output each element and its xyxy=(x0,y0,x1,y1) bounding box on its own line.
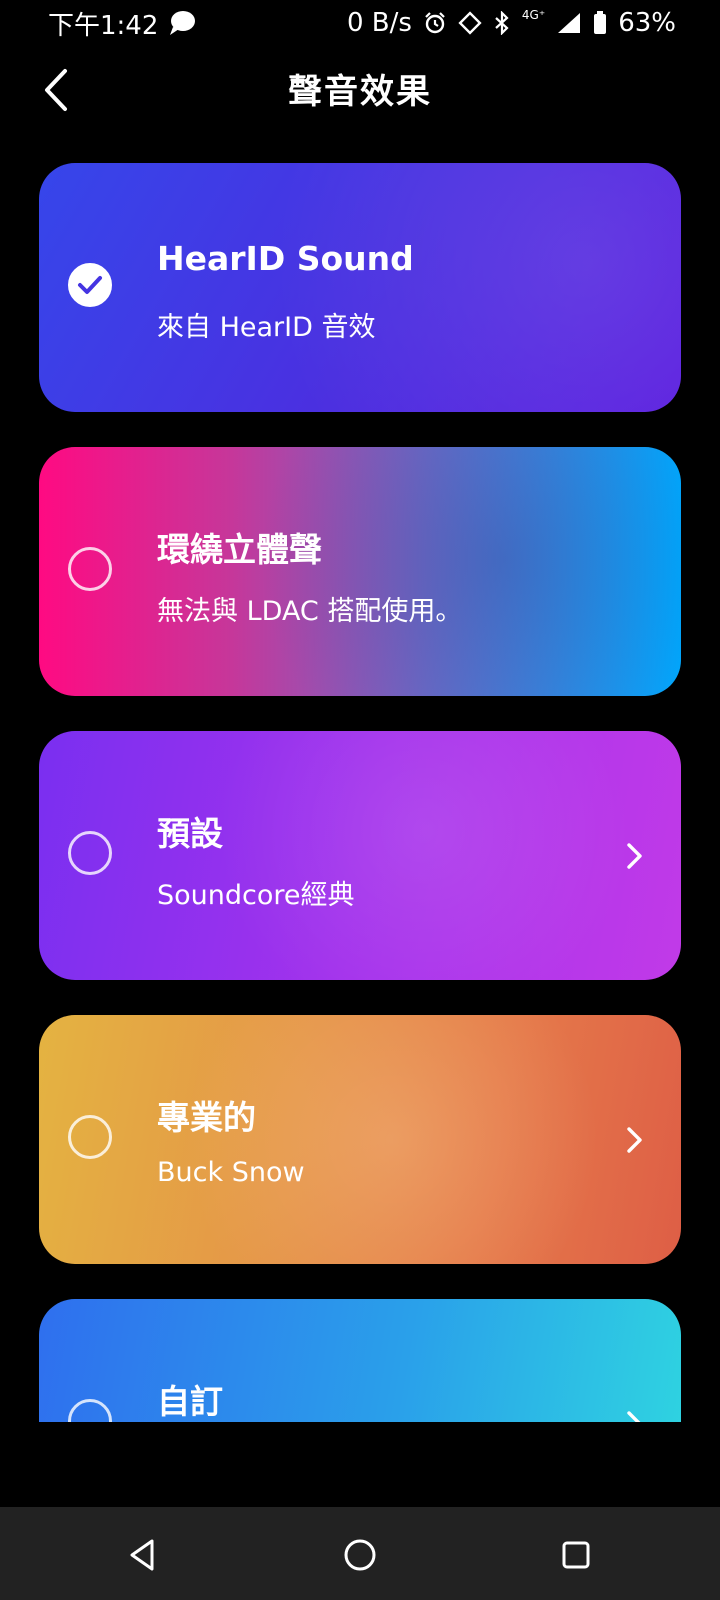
battery-level: 63% xyxy=(618,8,676,38)
card-surround-sound[interactable]: 環繞立體聲 無法與 LDAC 搭配使用。 xyxy=(39,447,681,696)
card-subtitle: Soundcore經典 xyxy=(157,880,355,911)
alarm-icon xyxy=(425,12,445,34)
card-subtitle: 來自 HearID 音效 xyxy=(157,312,376,343)
status-right: 0 B/s 4G⁺ 63% xyxy=(347,8,676,38)
auto-rotate-icon xyxy=(458,11,482,35)
chevron-right-icon[interactable] xyxy=(621,1125,647,1155)
card-preset[interactable]: 預設 Soundcore經典 xyxy=(39,731,681,980)
card-title: HearID Sound xyxy=(157,239,414,278)
card-title: 專業的 xyxy=(157,1098,256,1137)
card-title: 自訂 xyxy=(157,1382,223,1421)
chevron-right-icon[interactable] xyxy=(621,1409,647,1422)
battery-icon xyxy=(594,11,607,34)
card-background xyxy=(39,731,681,980)
card-subtitle: Buck Snow xyxy=(157,1157,305,1188)
card-professional[interactable]: 專業的 Buck Snow xyxy=(39,1015,681,1264)
triangle-back-icon[interactable] xyxy=(122,1533,166,1577)
network-type: 4G⁺ xyxy=(521,8,546,22)
card-custom[interactable]: 自訂 xyxy=(39,1299,681,1422)
header: 聲音效果 xyxy=(0,46,720,132)
card-hearid-sound[interactable]: HearID Sound 來自 HearID 音效 xyxy=(39,163,681,412)
message-icon xyxy=(170,11,196,35)
page-title: 聲音效果 xyxy=(288,72,432,112)
card-title: 環繞立體聲 xyxy=(157,530,322,569)
sound-effect-list: HearID Sound 來自 HearID 音效 環繞立體聲 無法與 LDAC… xyxy=(39,163,681,1422)
chevron-right-icon[interactable] xyxy=(621,841,647,871)
status-time: 下午1:42 xyxy=(48,10,159,41)
system-nav-bar xyxy=(0,1507,720,1600)
check-icon xyxy=(78,276,102,294)
status-bar: 下午1:42 0 B/s 4G⁺ 63% xyxy=(0,0,720,46)
net-speed: 0 B/s xyxy=(346,8,412,38)
card-background xyxy=(39,163,681,412)
signal-icon xyxy=(558,13,581,33)
square-recent-icon[interactable] xyxy=(554,1533,598,1577)
bluetooth-icon xyxy=(495,11,509,35)
card-background xyxy=(39,447,681,696)
card-subtitle: 無法與 LDAC 搭配使用。 xyxy=(157,596,463,627)
status-left: 下午1:42 xyxy=(48,5,196,42)
card-background xyxy=(39,1015,681,1264)
circle-home-icon[interactable] xyxy=(338,1533,382,1577)
radio-selected[interactable] xyxy=(68,263,112,307)
radio-unselected[interactable] xyxy=(68,547,112,591)
card-title: 預設 xyxy=(157,814,223,853)
radio-unselected[interactable] xyxy=(68,831,112,875)
radio-unselected[interactable] xyxy=(68,1115,112,1159)
radio-unselected[interactable] xyxy=(68,1399,112,1422)
